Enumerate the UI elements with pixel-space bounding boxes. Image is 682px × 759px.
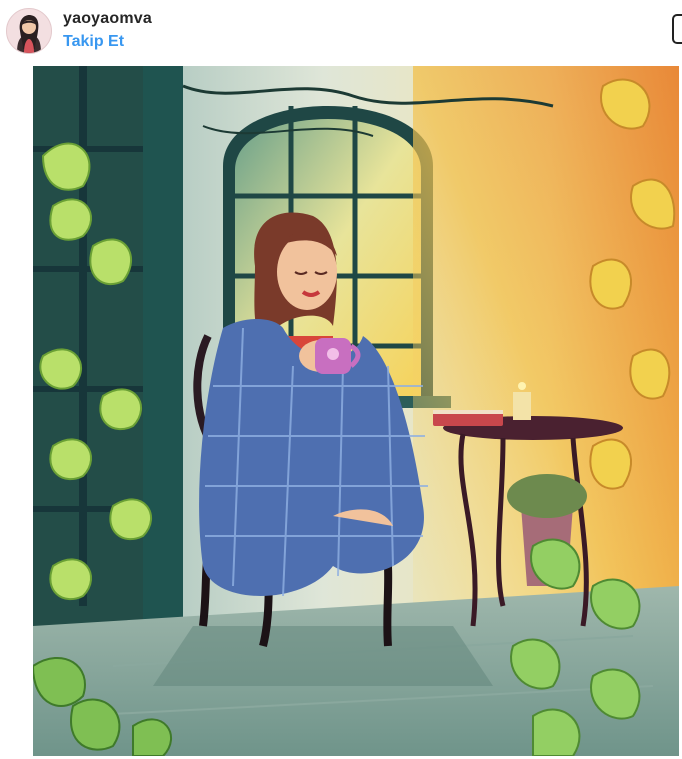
options-frame-icon[interactable] (672, 14, 682, 44)
illustration-woman-with-tea (33, 66, 679, 756)
follow-button[interactable]: Takip Et (63, 33, 124, 51)
username[interactable]: yaoyaomva (63, 10, 152, 28)
post-image[interactable] (33, 66, 679, 756)
avatar-illustration (7, 9, 51, 53)
post-header: yaoyaomva Takip Et (0, 0, 682, 62)
avatar[interactable] (6, 8, 52, 54)
